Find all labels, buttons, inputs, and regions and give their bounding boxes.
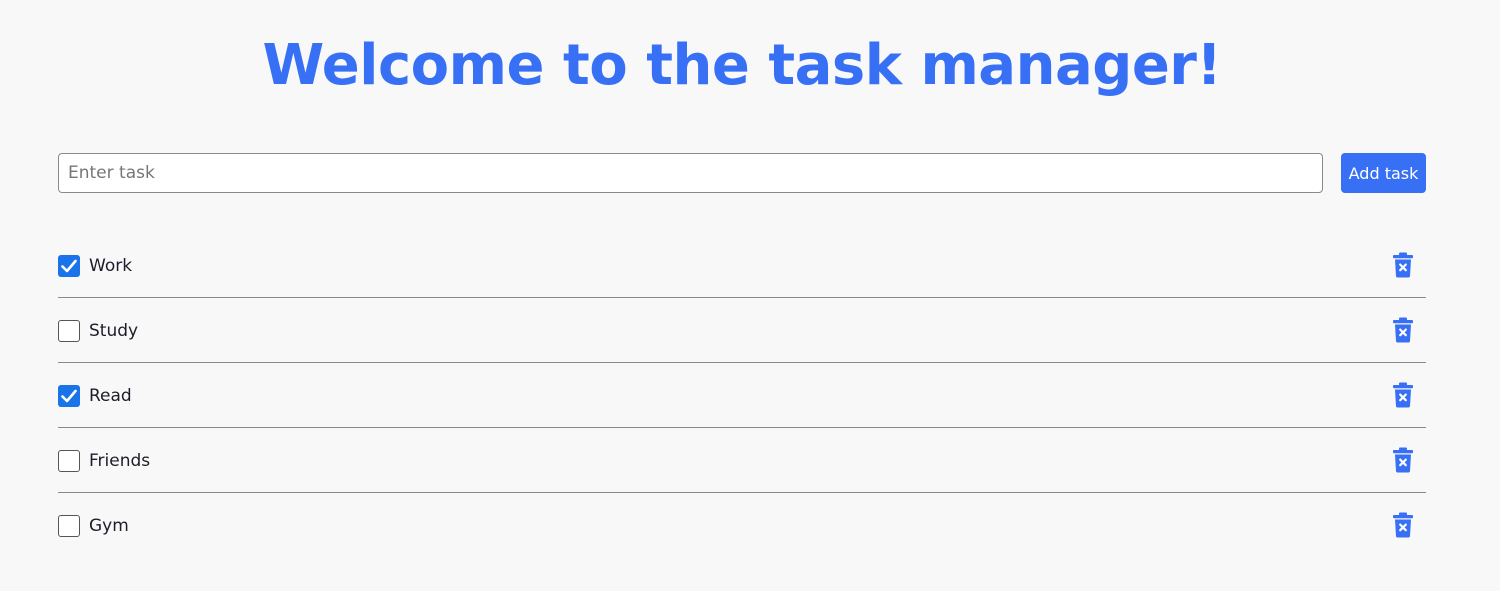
task-label: Work <box>89 256 133 276</box>
task-label: Friends <box>89 451 151 471</box>
task-item: Work <box>58 233 1426 298</box>
trash-x-icon <box>1393 382 1413 408</box>
trash-x-icon <box>1393 512 1413 538</box>
delete-task-button[interactable] <box>1392 382 1414 408</box>
delete-task-button[interactable] <box>1392 447 1414 473</box>
task-list: Work Study Read Friends Gym <box>58 233 1426 558</box>
checkmark-icon <box>61 259 77 273</box>
task-manager-app: Welcome to the task manager! Add task Wo… <box>0 0 1500 591</box>
task-checkbox[interactable] <box>58 320 80 342</box>
task-checkbox[interactable] <box>58 385 80 407</box>
trash-x-icon <box>1393 252 1413 278</box>
delete-task-button[interactable] <box>1392 512 1414 538</box>
task-item: Study <box>58 298 1426 363</box>
trash-x-icon <box>1393 317 1413 343</box>
delete-task-button[interactable] <box>1392 317 1414 343</box>
task-item: Read <box>58 363 1426 428</box>
task-label: Read <box>89 386 132 406</box>
task-form: Add task <box>58 153 1426 193</box>
checkmark-icon <box>61 389 77 403</box>
task-checkbox[interactable] <box>58 515 80 537</box>
trash-x-icon <box>1393 447 1413 473</box>
task-input[interactable] <box>58 153 1323 193</box>
task-item: Friends <box>58 428 1426 493</box>
task-item: Gym <box>58 493 1426 558</box>
add-task-button[interactable]: Add task <box>1341 153 1426 193</box>
task-checkbox[interactable] <box>58 255 80 277</box>
task-label: Study <box>89 321 139 341</box>
delete-task-button[interactable] <box>1392 252 1414 278</box>
page-title: Welcome to the task manager! <box>262 33 1222 98</box>
task-checkbox[interactable] <box>58 450 80 472</box>
task-label: Gym <box>89 516 129 536</box>
